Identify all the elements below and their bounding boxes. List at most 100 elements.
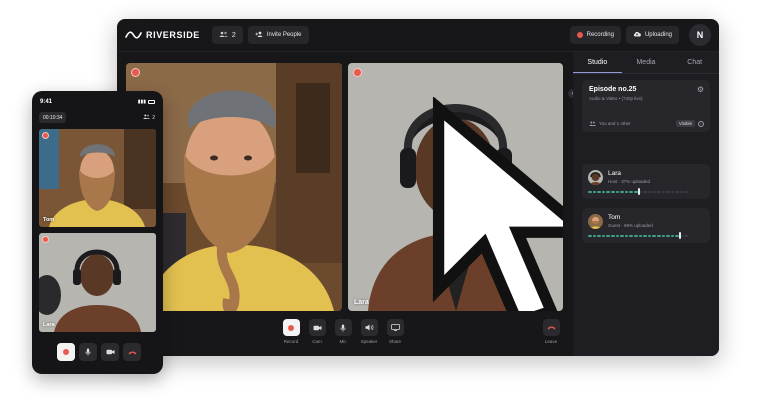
- phone-record-button[interactable]: [57, 343, 75, 361]
- progress-segment: [624, 190, 629, 193]
- screen-share-icon: [390, 324, 400, 331]
- progress-segment: [670, 234, 675, 237]
- progress-segment: [656, 190, 661, 193]
- tile-recording-indicator-icon: [42, 236, 49, 243]
- tile-name-label: Lara: [354, 299, 369, 306]
- riverside-wave-icon: [125, 31, 142, 39]
- progress-segment: [656, 234, 661, 237]
- record-control[interactable]: Record: [282, 319, 300, 344]
- phone-participants[interactable]: 2: [143, 114, 155, 121]
- phone-leave-button[interactable]: [123, 343, 141, 361]
- hang-up-icon: [128, 350, 136, 354]
- phone-call-controls: [57, 343, 141, 361]
- leave-label: Leave: [544, 339, 558, 344]
- record-button[interactable]: [282, 319, 300, 336]
- share-label: Share: [388, 339, 401, 344]
- progress-segment: [629, 190, 633, 193]
- invite-people-button[interactable]: Invite People: [247, 26, 309, 44]
- call-controls: Record Cam Mic Speaker Share: [282, 319, 404, 344]
- progress-segment: [666, 234, 670, 237]
- bearded-man-video: [39, 129, 156, 227]
- tab-media[interactable]: Media: [622, 52, 671, 73]
- cam-control[interactable]: Cam: [308, 319, 326, 344]
- leave-control[interactable]: Leave: [542, 319, 560, 344]
- progress-segment: [647, 234, 652, 237]
- record-icon: [63, 349, 69, 355]
- sidebar-tabs: Studio Media Chat: [573, 52, 719, 74]
- people-icon: [143, 114, 151, 121]
- episode-title: Episode no.25: [589, 86, 637, 93]
- participant-count: 2: [231, 31, 236, 39]
- participant-card-lara: Lara Host · 37% uploaded: [582, 164, 710, 199]
- phone-video-tile-tom[interactable]: Tom: [39, 129, 156, 227]
- uploading-status: Uploading: [625, 26, 679, 44]
- progress-segment: [643, 234, 647, 237]
- progress-segment: [675, 190, 679, 193]
- user-avatar[interactable]: N: [689, 24, 711, 46]
- tab-chat[interactable]: Chat: [670, 52, 719, 73]
- episode-people-row: You and 1 other Visible i: [589, 120, 704, 127]
- add-person-icon: [255, 31, 263, 39]
- share-button[interactable]: [386, 319, 404, 336]
- episode-card: Episode no.25 Audio & Video • (720p live…: [582, 80, 710, 132]
- session-timer: 00:10:34: [39, 112, 67, 123]
- phone-video-tile-lara[interactable]: Lara: [39, 233, 156, 332]
- mobile-device: 9:41 ▮▮▮ 00:10:34 2 Tom Lara: [32, 91, 163, 374]
- info-icon[interactable]: i: [698, 120, 704, 127]
- tile-recording-indicator-icon: [131, 68, 140, 77]
- progress-segment: [633, 234, 638, 237]
- sidebar-panel: Studio Media Chat Episode no.25 Audio & …: [573, 52, 719, 356]
- participants-button[interactable]: 2: [211, 26, 243, 44]
- progress-segment: [615, 190, 620, 193]
- phone-people-count: 2: [152, 114, 155, 121]
- hang-up-icon: [547, 326, 555, 330]
- progress-segment: [652, 190, 656, 193]
- progress-segment: [643, 190, 647, 193]
- progress-segment: [684, 190, 689, 193]
- share-control[interactable]: Share: [386, 319, 404, 344]
- recording-dot-icon: [576, 32, 583, 38]
- progress-segment: [592, 234, 597, 237]
- progress-segment: [606, 190, 610, 193]
- progress-segment: [588, 234, 592, 237]
- participant-status: Guest · 69% uploaded: [608, 223, 653, 228]
- progress-segment: [647, 190, 652, 193]
- progress-segment: [633, 190, 638, 193]
- recording-status: Recording: [569, 26, 621, 44]
- progress-segment: [670, 190, 675, 193]
- progress-segment: [610, 190, 615, 193]
- progress-segment: [629, 234, 633, 237]
- mic-label: Mic: [339, 339, 347, 344]
- microphone-icon: [340, 324, 346, 332]
- mouse-pointer-icon: [432, 97, 563, 311]
- visibility-badge[interactable]: Visible: [675, 120, 695, 127]
- progress-segment: [620, 190, 624, 193]
- participant-status: Host · 37% uploaded: [608, 179, 651, 184]
- progress-segment: [666, 190, 670, 193]
- invite-label: Invite People: [266, 32, 302, 38]
- progress-segment: [661, 234, 666, 237]
- progress-segment: [601, 234, 606, 237]
- tile-name-label: Tom: [43, 217, 55, 223]
- progress-segment: [597, 190, 601, 193]
- mic-button[interactable]: [334, 319, 352, 336]
- phone-cam-button[interactable]: [101, 343, 119, 361]
- cam-label: Cam: [312, 339, 322, 344]
- progress-segment: [624, 234, 629, 237]
- phone-mic-button[interactable]: [79, 343, 97, 361]
- brand-name: RIVERSIDE: [146, 30, 200, 40]
- cam-button[interactable]: [308, 319, 326, 336]
- progress-segment: [661, 190, 666, 193]
- microphone-icon: [85, 348, 91, 356]
- mic-control[interactable]: Mic: [334, 319, 352, 344]
- phone-status-bar: 9:41 ▮▮▮: [40, 99, 155, 105]
- tile-recording-indicator-icon: [353, 68, 362, 77]
- participant-name: Lara: [608, 170, 622, 177]
- speaker-button[interactable]: [360, 319, 378, 336]
- leave-button[interactable]: [542, 319, 560, 336]
- gear-icon[interactable]: ⚙: [697, 85, 704, 94]
- speaker-control[interactable]: Speaker: [360, 319, 378, 344]
- video-tile-lara[interactable]: Lara: [348, 63, 563, 311]
- tab-studio[interactable]: Studio: [573, 52, 622, 73]
- participant-card-tom: Tom Guest · 69% uploaded: [582, 208, 710, 243]
